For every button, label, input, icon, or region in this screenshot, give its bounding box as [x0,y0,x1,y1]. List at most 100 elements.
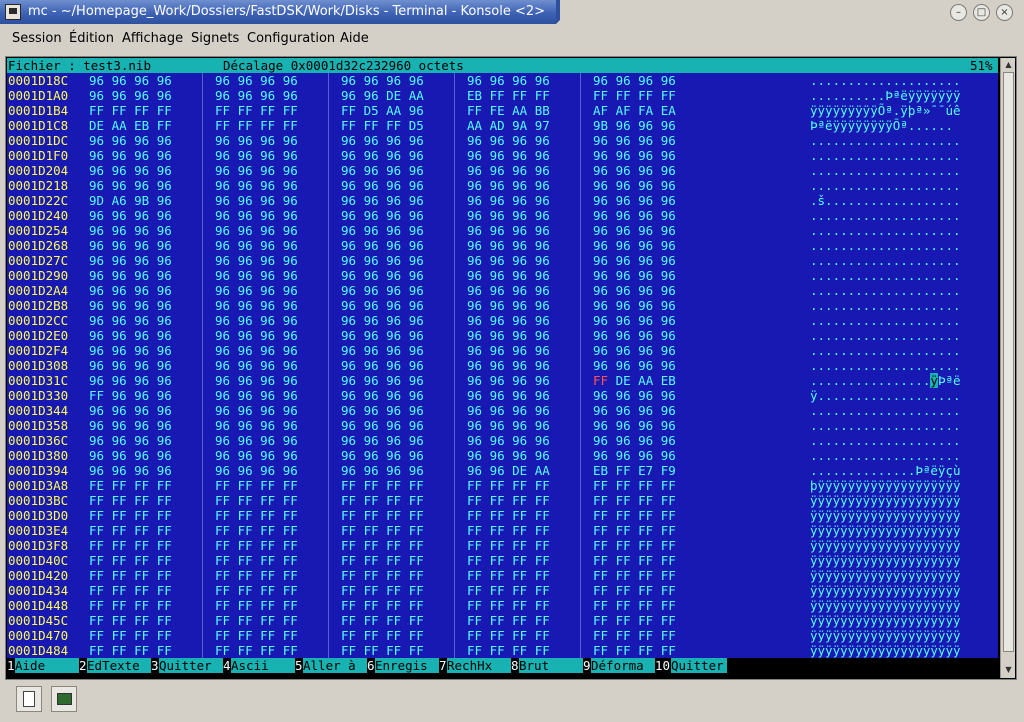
hex-group: FF FF FF FF [341,583,424,598]
fkey-9-button[interactable]: Déforma [591,658,655,673]
scroll-up-icon[interactable]: ▲ [1003,59,1014,70]
hex-group: 96 96 96 96 [89,358,172,373]
hex-group: FF FF FF FF [341,538,424,553]
close-button[interactable]: × [996,4,1013,21]
hex-group: 96 96 96 96 [467,358,550,373]
row-address: 0001D218 [8,178,69,193]
hex-group: 96 96 96 96 [341,313,424,328]
hex-group: FF FF FF FF [215,103,298,118]
row-address: 0001D484 [8,643,69,658]
hex-group: 96 96 96 96 [593,223,676,238]
hex-group: FF FF FF D5 [341,118,424,133]
hex-group: 96 96 96 96 [341,178,424,193]
scrollbar-thumb[interactable] [1003,72,1014,652]
hex-group: 96 96 96 96 [215,253,298,268]
menu-session[interactable]: Session [12,31,62,46]
hex-group: FF FF FF FF [215,118,298,133]
ascii-cursor: ÿ [930,373,938,388]
maximize-button[interactable]: □ [973,4,990,21]
minimize-icon: – [956,7,961,18]
window-title: mc - ~/Homepage_Work/Dossiers/FastDSK/Wo… [28,4,546,19]
hex-group: 96 96 96 96 [89,343,172,358]
fkey-number: 4 [223,658,231,673]
hex-group: 96 96 96 96 [215,88,298,103]
hex-group: 96 96 96 96 [593,283,676,298]
row-address: 0001D3BC [8,493,69,508]
hex-group: 96 96 96 96 [341,238,424,253]
hex-group: 96 96 96 96 [89,298,172,313]
row-address: 0001D1C8 [8,118,69,133]
hex-group: 96 96 DE AA [467,463,550,478]
row-address: 0001D254 [8,223,69,238]
column-separator [580,73,581,658]
hex-group: FF FF FF FF [215,598,298,613]
ascii-column: ÿÿÿÿÿÿÿÿÿÿÿÿÿÿÿÿÿÿÿÿ [810,568,961,583]
hex-group: FF FF FF FF [593,493,676,508]
hex-group: 96 96 96 96 [215,178,298,193]
ascii-suffix: Þªë [937,373,961,388]
row-address: 0001D40C [8,553,69,568]
hex-group: 96 96 96 96 [215,283,298,298]
hex-group: 96 96 96 96 [215,298,298,313]
fkey-7-button[interactable]: RechHx [447,658,511,673]
ascii-column: .š.................. [810,193,961,208]
row-address: 0001D27C [8,253,69,268]
new-session-button[interactable] [16,686,42,712]
row-address: 0001D380 [8,448,69,463]
menu-aide[interactable]: Aide [340,31,369,46]
menu-configuration[interactable]: Configuration [247,31,335,46]
hex-group: FF FF FF FF [215,538,298,553]
fkey-8-button[interactable]: Brut [519,658,583,673]
hex-group: 96 96 96 96 [593,133,676,148]
ascii-column: ..........Þªëÿÿÿÿÿÿÿ [810,88,961,103]
ascii-column: .................... [810,298,961,313]
hex-group: 96 96 96 96 [467,418,550,433]
ascii-column: ÞªëÿÿÿÿÿÿÿÿÕª­...... [810,118,953,133]
hex-group: FF FF FF FF [467,628,550,643]
hex-group: 96 96 96 96 [593,208,676,223]
hex-group: FF FF FF FF [341,478,424,493]
offset-label: Décalage 0x0001d32c232960 octets [223,58,464,73]
vertical-scrollbar[interactable]: ▲ ▼ [1000,58,1015,678]
hex-group: 96 96 96 96 [341,463,424,478]
row-address: 0001D308 [8,358,69,373]
fkey-10-button[interactable]: Quitter [671,658,727,673]
hex-group: FF FF FF FF [215,613,298,628]
hex-group: 96 96 96 96 [593,193,676,208]
hex-group: FF FF FF FF [89,508,172,523]
row-address: 0001D358 [8,418,69,433]
menu-signets[interactable]: Signets [191,31,239,46]
hex-group: FF FF FF FF [467,493,550,508]
hex-group: 96 96 96 96 [89,238,172,253]
minimize-button[interactable]: – [950,4,967,21]
fkey-3-button[interactable]: Quitter [159,658,223,673]
fkey-4-button[interactable]: Ascii [231,658,295,673]
ascii-column: .................... [810,313,961,328]
hex-group: 96 96 96 96 [89,73,172,88]
terminal-session-tab[interactable] [51,686,77,712]
fkey-5-button[interactable]: Aller à [303,658,367,673]
hex-group: FF FF FF FF [593,583,676,598]
menu-affichage[interactable]: Affichage [122,31,183,46]
hex-group: 96 96 96 96 [215,163,298,178]
hex-group: FF FF FF FF [341,628,424,643]
hex-group: FF FF FF FF [341,493,424,508]
hex-group: FF FF FF FF [215,493,298,508]
konsole-app-icon[interactable] [5,4,21,20]
menu-edition[interactable]: Édition [69,31,114,46]
fkey-6-button[interactable]: Enregis [375,658,439,673]
hex-group: 96 96 96 96 [593,73,676,88]
fkey-2-button[interactable]: EdTexte [87,658,151,673]
window-titlebar[interactable]: mc - ~/Homepage_Work/Dossiers/FastDSK/Wo… [0,0,1024,24]
hex-group: 96 96 96 96 [89,403,172,418]
hex-group: 96 96 96 96 [341,163,424,178]
hex-cursor: FF [593,373,609,388]
hex-group: 96 96 96 96 [341,283,424,298]
ascii-column: ÿÿÿÿÿÿÿÿÿÿÿÿÿÿÿÿÿÿÿÿ [810,598,961,613]
hex-group: FF FF FF FF [215,628,298,643]
hex-group: 96 96 96 96 [467,73,550,88]
fkey-1-button[interactable]: Aide [15,658,79,673]
hex-group: FF FF FF FF [467,598,550,613]
hex-group: FF FF FF FF [593,598,676,613]
scroll-down-icon[interactable]: ▼ [1003,664,1014,675]
